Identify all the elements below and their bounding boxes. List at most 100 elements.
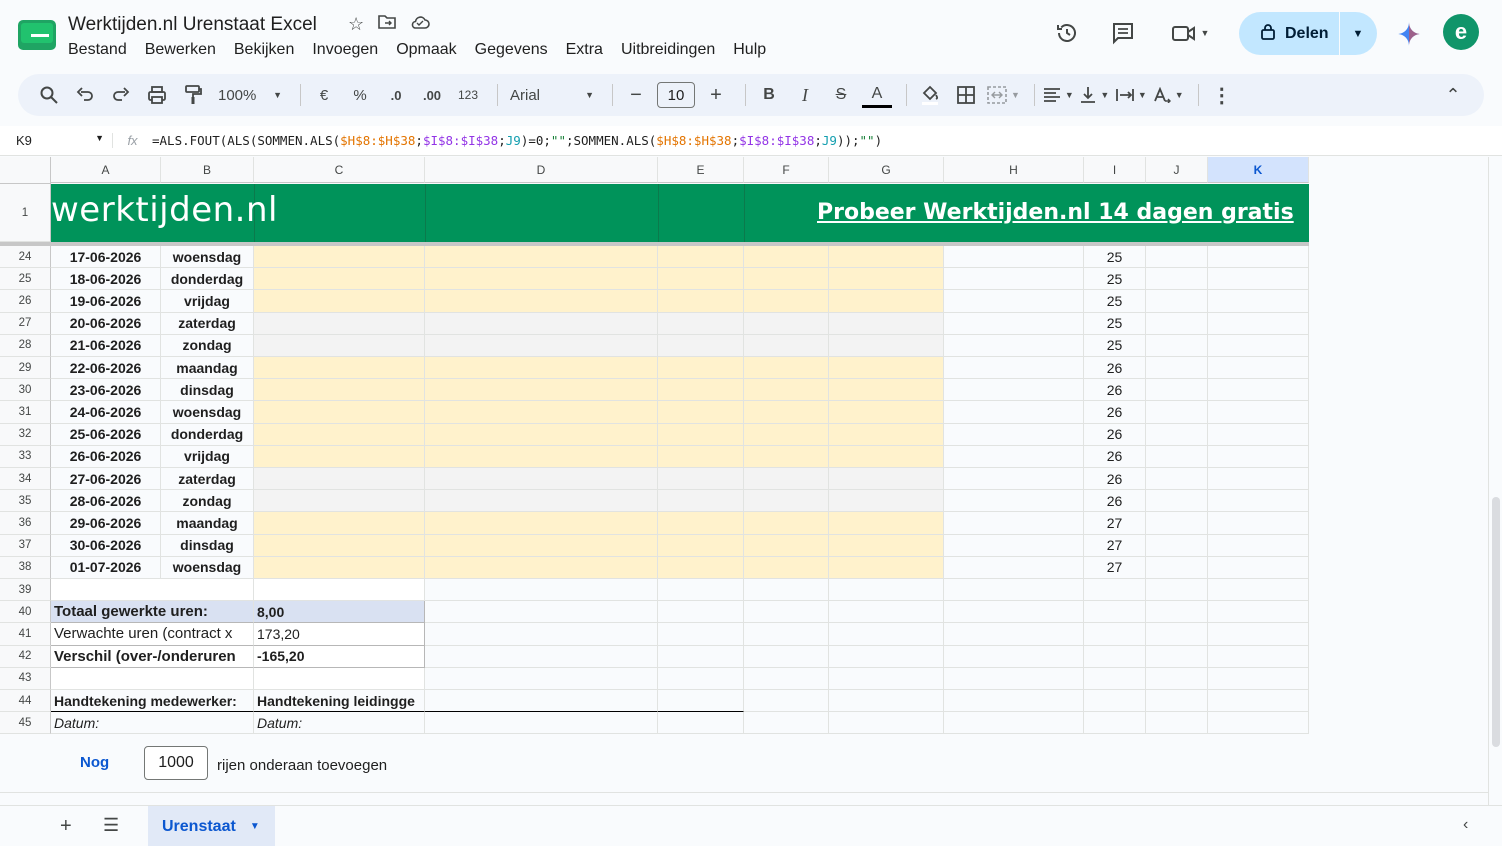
- add-sheet-icon[interactable]: +: [60, 815, 72, 838]
- cell[interactable]: [1146, 312, 1208, 335]
- hours-input-cell[interactable]: [254, 468, 425, 491]
- hours-input-cell[interactable]: [829, 268, 944, 291]
- avatar[interactable]: e: [1443, 14, 1479, 50]
- star-icon[interactable]: ☆: [348, 14, 364, 35]
- summary-label[interactable]: Verwachte uren (contract x: [51, 623, 254, 646]
- row-header[interactable]: 26: [0, 290, 51, 313]
- share-button[interactable]: Delen ▼: [1239, 12, 1377, 55]
- day-cell[interactable]: donderdag: [161, 268, 254, 291]
- zoom-select[interactable]: 100% ▼: [214, 81, 286, 109]
- cell[interactable]: [425, 667, 658, 690]
- print-icon[interactable]: [142, 81, 172, 109]
- cell[interactable]: [1208, 268, 1309, 291]
- week-number-cell[interactable]: 27: [1084, 556, 1146, 579]
- cell[interactable]: [1208, 468, 1309, 491]
- cell[interactable]: [1208, 690, 1309, 713]
- cell[interactable]: [1146, 379, 1208, 402]
- hours-input-cell[interactable]: [658, 556, 744, 579]
- redo-icon[interactable]: [106, 81, 136, 109]
- date-cell[interactable]: 30-06-2026: [51, 534, 161, 557]
- hours-input-cell[interactable]: [829, 512, 944, 535]
- cell[interactable]: [744, 579, 829, 602]
- cell[interactable]: [944, 334, 1084, 357]
- cell[interactable]: [944, 312, 1084, 335]
- cell[interactable]: [1146, 290, 1208, 313]
- sheet-tab-urenstaat[interactable]: Urenstaat ▼: [148, 806, 275, 846]
- menu-bewerken[interactable]: Bewerken: [136, 41, 225, 59]
- hours-input-cell[interactable]: [425, 246, 658, 269]
- hours-input-cell[interactable]: [829, 334, 944, 357]
- cell[interactable]: [1208, 601, 1309, 624]
- column-header-c[interactable]: C: [254, 157, 425, 183]
- employee-date-label[interactable]: Datum:: [51, 712, 254, 735]
- cell[interactable]: [1084, 601, 1146, 624]
- cell[interactable]: [1146, 667, 1208, 690]
- summary-label[interactable]: Totaal gewerkte uren:: [51, 601, 254, 624]
- row-header[interactable]: 40: [0, 601, 51, 624]
- cell[interactable]: [1208, 556, 1309, 579]
- hours-input-cell[interactable]: [744, 290, 829, 313]
- hours-input-cell[interactable]: [829, 246, 944, 269]
- hours-input-cell[interactable]: [658, 468, 744, 491]
- date-cell[interactable]: 21-06-2026: [51, 334, 161, 357]
- summary-value[interactable]: [254, 667, 425, 690]
- cell[interactable]: [1084, 667, 1146, 690]
- cell[interactable]: [829, 690, 944, 713]
- cell[interactable]: [944, 512, 1084, 535]
- cell[interactable]: [1084, 579, 1146, 602]
- hours-input-cell[interactable]: [254, 290, 425, 313]
- hours-input-cell[interactable]: [425, 268, 658, 291]
- hours-input-cell[interactable]: [254, 423, 425, 446]
- cell[interactable]: [944, 556, 1084, 579]
- cell[interactable]: [425, 645, 658, 668]
- cell[interactable]: [658, 601, 744, 624]
- gemini-icon[interactable]: [1396, 21, 1422, 54]
- cell[interactable]: [425, 579, 658, 602]
- hours-input-cell[interactable]: [658, 268, 744, 291]
- row-header[interactable]: 35: [0, 490, 51, 513]
- day-cell[interactable]: woensdag: [161, 401, 254, 424]
- cell[interactable]: [1208, 623, 1309, 646]
- column-header-e[interactable]: E: [658, 157, 744, 183]
- cell[interactable]: [1146, 534, 1208, 557]
- row-header[interactable]: 30: [0, 379, 51, 402]
- hours-input-cell[interactable]: [658, 490, 744, 513]
- summary-value[interactable]: [254, 579, 425, 602]
- hours-input-cell[interactable]: [658, 312, 744, 335]
- cell[interactable]: [1208, 667, 1309, 690]
- hours-input-cell[interactable]: [829, 290, 944, 313]
- cell[interactable]: [1208, 490, 1309, 513]
- cell[interactable]: [1146, 645, 1208, 668]
- day-cell[interactable]: maandag: [161, 357, 254, 380]
- all-sheets-icon[interactable]: ☰: [103, 815, 119, 836]
- hours-input-cell[interactable]: [425, 468, 658, 491]
- cell[interactable]: [1146, 512, 1208, 535]
- row-header[interactable]: 41: [0, 623, 51, 646]
- hours-input-cell[interactable]: [829, 468, 944, 491]
- cell[interactable]: [1146, 556, 1208, 579]
- cell[interactable]: [1208, 579, 1309, 602]
- cell[interactable]: [1208, 512, 1309, 535]
- increase-decimals-button[interactable]: .00: [417, 81, 447, 109]
- sheets-logo-icon[interactable]: [18, 20, 56, 50]
- cell[interactable]: [1146, 246, 1208, 269]
- hours-input-cell[interactable]: [254, 334, 425, 357]
- row-header[interactable]: 44: [0, 690, 51, 713]
- hours-input-cell[interactable]: [829, 357, 944, 380]
- menu-opmaak[interactable]: Opmaak: [387, 41, 465, 59]
- employee-signature-label[interactable]: Handtekening medewerker:: [51, 690, 254, 713]
- rows-count-input[interactable]: 1000: [144, 746, 208, 780]
- percent-format-button[interactable]: %: [345, 81, 375, 109]
- hours-input-cell[interactable]: [425, 556, 658, 579]
- move-to-folder-icon[interactable]: [378, 14, 396, 35]
- cell[interactable]: [1146, 490, 1208, 513]
- row-header[interactable]: 36: [0, 512, 51, 535]
- cell[interactable]: [944, 468, 1084, 491]
- day-cell[interactable]: dinsdag: [161, 534, 254, 557]
- hours-input-cell[interactable]: [254, 357, 425, 380]
- row-header[interactable]: 24: [0, 246, 51, 269]
- hours-input-cell[interactable]: [425, 423, 658, 446]
- hours-input-cell[interactable]: [425, 334, 658, 357]
- cell[interactable]: [1146, 579, 1208, 602]
- cell[interactable]: [1146, 401, 1208, 424]
